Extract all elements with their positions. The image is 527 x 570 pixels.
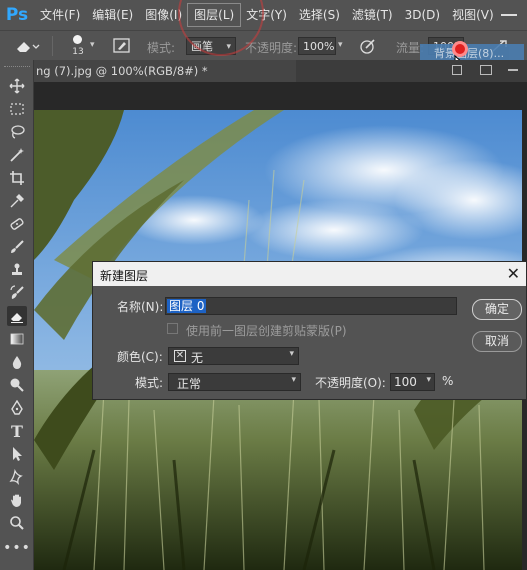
dialog-titlebar[interactable]: 新建图层 ✕: [93, 262, 526, 286]
chevron-down-icon: ▾: [289, 349, 294, 359]
menu-3d[interactable]: 3D(D): [399, 4, 446, 26]
menu-bar: Ps 文件(F) 编辑(E) 图像(I) 图层(L) 文字(Y) 选择(S) 滤…: [0, 0, 527, 30]
eyedropper-icon[interactable]: [7, 191, 27, 211]
chevron-down-icon[interactable]: ▾: [338, 40, 343, 50]
opacity-value: 100: [394, 375, 417, 389]
new-layer-dialog: 新建图层 ✕ 名称(N): 图层 0 使用前一图层创建剪贴蒙版(P) 颜色(C)…: [92, 261, 527, 400]
stamp-icon[interactable]: [7, 260, 27, 280]
gradient-icon[interactable]: [7, 329, 27, 349]
brush-icon[interactable]: [7, 237, 27, 257]
no-color-icon: ✕: [174, 350, 186, 362]
more-icon[interactable]: •••: [3, 538, 30, 558]
lasso-icon[interactable]: [7, 122, 27, 142]
hand-icon[interactable]: [7, 490, 27, 510]
healing-icon[interactable]: [7, 214, 27, 234]
toolbar-grip[interactable]: [4, 66, 30, 71]
brush-size-picker[interactable]: 13: [66, 34, 90, 60]
menu-image[interactable]: 图像(I): [139, 4, 188, 26]
mode-label: 模式:: [135, 376, 164, 390]
blur-icon[interactable]: [7, 352, 27, 372]
opacity-field[interactable]: 100%: [298, 37, 336, 55]
opacity-unit: %: [442, 374, 454, 388]
opacity-field[interactable]: 100 ▾: [390, 373, 435, 391]
eraser-icon[interactable]: [7, 306, 27, 326]
menu-layer[interactable]: 图层(L): [187, 3, 242, 27]
dodge-icon[interactable]: [7, 375, 27, 395]
pressure-opacity-icon[interactable]: [358, 37, 378, 55]
menu-filter[interactable]: 滤镜(T): [346, 4, 399, 26]
close-icon[interactable]: ✕: [507, 264, 520, 283]
opacity-label: 不透明度(O):: [315, 376, 386, 390]
dialog-title: 新建图层: [100, 269, 149, 283]
chevron-down-icon[interactable]: ▾: [90, 40, 95, 50]
type-icon[interactable]: T: [7, 421, 27, 441]
opacity-value: 100%: [303, 40, 335, 53]
blend-mode-value: 正常: [177, 377, 202, 391]
document-tab[interactable]: ng (7).jpg @ 100%(RGB/8#) *: [34, 60, 296, 82]
tab-restore-icon[interactable]: [480, 65, 492, 75]
chevron-down-icon: ▾: [291, 375, 296, 385]
zoom-icon[interactable]: [7, 513, 27, 533]
ok-button[interactable]: 确定: [472, 299, 522, 320]
menu-type[interactable]: 文字(Y): [240, 4, 293, 26]
mode-label: 模式:: [147, 41, 176, 55]
tools-panel: T •••: [0, 60, 34, 570]
layer-name-value: 图层 0: [167, 299, 207, 313]
mode-dropdown[interactable]: 画笔 ▾: [186, 37, 236, 55]
photoshop-logo: Ps: [5, 5, 29, 25]
pen-icon[interactable]: [7, 398, 27, 418]
brush-tip-icon: [73, 35, 82, 44]
tab-minimize-icon[interactable]: [452, 65, 462, 75]
opacity-label: 不透明度:: [245, 41, 298, 55]
tab-collapse-icon[interactable]: [508, 69, 518, 71]
color-value: 无: [191, 351, 204, 365]
menu-edit[interactable]: 编辑(E): [86, 4, 139, 26]
history-brush-icon[interactable]: [7, 283, 27, 303]
name-label: 名称(N):: [117, 300, 164, 314]
clip-mask-checkbox[interactable]: [167, 323, 178, 334]
brush-panel-icon[interactable]: [112, 37, 132, 55]
menu-file[interactable]: 文件(F): [34, 4, 86, 26]
blend-mode-dropdown[interactable]: 正常 ▾: [168, 373, 301, 391]
color-label: 颜色(C):: [117, 350, 163, 364]
cancel-button[interactable]: 取消: [472, 331, 522, 352]
chevron-down-icon[interactable]: ▾: [426, 375, 431, 385]
minimize-icon[interactable]: [501, 14, 517, 16]
tab-window-controls: [452, 62, 522, 78]
path-select-icon[interactable]: [7, 444, 27, 464]
move-icon[interactable]: [7, 76, 27, 96]
shape-icon[interactable]: [7, 467, 27, 487]
magic-wand-icon[interactable]: [7, 145, 27, 165]
mode-dropdown-value: 画笔: [191, 40, 213, 53]
chevron-down-icon: ▾: [226, 42, 231, 52]
menu-view[interactable]: 视图(V): [446, 4, 500, 26]
clip-mask-label: 使用前一图层创建剪贴蒙版(P): [186, 324, 347, 338]
menu-select[interactable]: 选择(S): [293, 4, 346, 26]
crop-icon[interactable]: [7, 168, 27, 188]
layer-name-field[interactable]: 图层 0: [165, 297, 457, 315]
color-dropdown[interactable]: ✕ 无 ▾: [168, 347, 299, 365]
tool-preset-eraser-icon[interactable]: [14, 37, 40, 55]
brush-size-value: 13: [72, 47, 84, 57]
marquee-icon[interactable]: [7, 99, 27, 119]
